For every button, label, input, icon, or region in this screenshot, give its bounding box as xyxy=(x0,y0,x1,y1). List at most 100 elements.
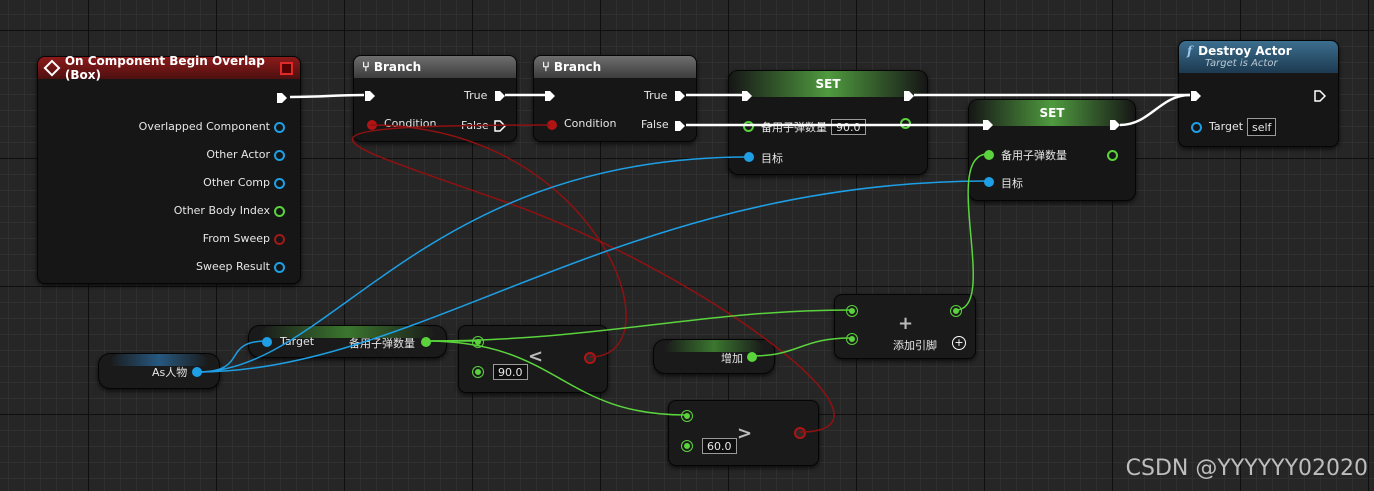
pin-label-sweep-result: Sweep Result xyxy=(196,260,270,273)
less-in-a-pin[interactable] xyxy=(473,337,483,347)
less-in-b-pin[interactable] xyxy=(473,367,483,377)
greater-in-b-pin[interactable] xyxy=(682,441,692,451)
condition-label: Condition xyxy=(564,117,617,130)
target-pin[interactable] xyxy=(1191,122,1202,133)
exec-out-pin[interactable] xyxy=(276,92,288,104)
exec-in-pin[interactable] xyxy=(741,90,753,102)
condition-label: Condition xyxy=(384,117,437,130)
exec-in-pin[interactable] xyxy=(544,90,556,102)
add-in-b-pin[interactable] xyxy=(847,334,857,344)
event-node-header: On Component Begin Overlap (Box) xyxy=(38,54,300,82)
less-than-node[interactable]: 90.0 < xyxy=(458,325,608,393)
greater-than-node[interactable]: 60.0 > xyxy=(668,400,819,466)
less-symbol: < xyxy=(528,346,544,367)
add-pin-plus-icon[interactable]: + xyxy=(952,336,966,350)
add-pin-label[interactable]: 添加引脚 xyxy=(893,337,937,353)
value-in-pin[interactable] xyxy=(984,150,994,160)
cast-variable-node[interactable]: As人物 xyxy=(98,353,220,389)
getter-target-pin[interactable] xyxy=(262,337,272,347)
increase-out-pin[interactable] xyxy=(747,352,757,362)
add-symbol: + xyxy=(898,313,914,334)
target-label: Target xyxy=(1209,120,1244,133)
pin-from-sweep[interactable] xyxy=(274,234,285,245)
pin-other-body-index[interactable] xyxy=(274,206,285,217)
target-pin[interactable] xyxy=(744,152,754,162)
target-label: 目标 xyxy=(1001,177,1023,190)
true-label: True xyxy=(644,89,668,102)
greater-in-a-pin[interactable] xyxy=(682,411,692,421)
exec-false-pin[interactable] xyxy=(494,120,506,132)
branch-node-2[interactable]: ⑂ Branch True Condition False xyxy=(533,55,697,142)
cast-out-pin[interactable] xyxy=(192,367,202,377)
cast-label: As人物 xyxy=(152,366,188,379)
pin-overlapped-component[interactable] xyxy=(274,122,285,133)
destroy-subtitle: Target is Actor xyxy=(1205,58,1278,69)
branch-node-1[interactable]: ⑂ Branch True Condition False xyxy=(353,55,517,142)
var-label: 备用子弹数量 xyxy=(761,121,827,134)
value-input[interactable]: 90.0 xyxy=(831,119,866,135)
value-in-pin[interactable] xyxy=(743,121,754,132)
pin-label-from-sweep: From Sweep xyxy=(202,232,270,245)
pin-other-comp[interactable] xyxy=(274,178,285,189)
getter-var-label: 备用子弹数量 xyxy=(349,337,415,350)
delegate-pin-icon[interactable] xyxy=(280,62,293,75)
function-icon: f xyxy=(1187,44,1193,58)
less-out-pin[interactable] xyxy=(584,352,596,364)
pin-label-other-comp: Other Comp xyxy=(203,176,270,189)
exec-true-pin[interactable] xyxy=(494,90,506,102)
set-node-2[interactable]: SET 备用子弹数量 目标 xyxy=(968,99,1136,201)
greater-out-pin[interactable] xyxy=(794,427,806,439)
event-node-title: On Component Begin Overlap (Box) xyxy=(64,54,265,82)
event-diamond-icon xyxy=(43,59,61,77)
set-node-1[interactable]: SET 备用子弹数量 90.0 目标 xyxy=(728,70,928,175)
exec-out-pin[interactable] xyxy=(1109,119,1121,131)
pin-other-actor[interactable] xyxy=(274,150,285,161)
target-value[interactable]: self xyxy=(1247,118,1277,136)
less-value-input[interactable]: 90.0 xyxy=(493,364,528,380)
add-in-a-pin[interactable] xyxy=(847,306,857,316)
destroy-header: f Destroy Actor Target is Actor xyxy=(1179,41,1338,73)
condition-pin[interactable] xyxy=(547,120,557,130)
ammo-getter-node[interactable]: Target 备用子弹数量 xyxy=(248,325,447,358)
add-out-pin[interactable] xyxy=(951,306,961,316)
true-label: True xyxy=(464,89,488,102)
false-label: False xyxy=(461,119,489,132)
watermark: CSDN @YYYYYY02020 xyxy=(1125,456,1368,481)
value-out-pin[interactable] xyxy=(900,118,911,129)
destroy-title: Destroy Actor xyxy=(1198,44,1292,58)
branch-header: ⑂ Branch xyxy=(354,56,516,78)
set-title: SET xyxy=(815,77,841,91)
exec-out-pin[interactable] xyxy=(903,90,915,102)
add-node[interactable]: + 添加引脚 + xyxy=(834,294,976,359)
getter-out-pin[interactable] xyxy=(421,337,431,347)
getter-target-label: Target xyxy=(280,335,315,348)
exec-in-pin[interactable] xyxy=(1190,90,1202,102)
greater-symbol: > xyxy=(737,423,753,444)
condition-pin[interactable] xyxy=(367,120,377,130)
exec-true-pin[interactable] xyxy=(674,90,686,102)
greater-value-input[interactable]: 60.0 xyxy=(702,438,737,454)
pin-sweep-result[interactable] xyxy=(274,262,285,273)
exec-out-pin[interactable] xyxy=(1314,90,1326,102)
pin-label-overlapped-component: Overlapped Component xyxy=(138,120,270,133)
exec-in-pin[interactable] xyxy=(364,90,376,102)
set-title: SET xyxy=(1039,106,1065,120)
value-out-pin[interactable] xyxy=(1107,150,1118,161)
increase-variable-node[interactable]: 增加 xyxy=(653,339,775,374)
var-label: 备用子弹数量 xyxy=(1001,149,1067,162)
event-node-begin-overlap[interactable]: On Component Begin Overlap (Box) Overlap… xyxy=(37,54,301,284)
exec-in-pin[interactable] xyxy=(982,119,994,131)
false-label: False xyxy=(641,118,669,131)
branch-title: Branch xyxy=(553,60,602,74)
branch-icon: ⑂ xyxy=(362,59,370,75)
branch-title: Branch xyxy=(373,60,422,74)
set-header: SET xyxy=(729,71,927,97)
branch-icon: ⑂ xyxy=(542,59,550,75)
increase-label: 增加 xyxy=(721,352,743,365)
exec-false-pin[interactable] xyxy=(674,120,686,132)
target-pin[interactable] xyxy=(984,177,994,187)
target-label: 目标 xyxy=(761,152,783,165)
destroy-actor-node[interactable]: f Destroy Actor Target is Actor Target s… xyxy=(1178,40,1339,147)
pin-label-other-body-index: Other Body Index xyxy=(173,204,270,217)
branch-header: ⑂ Branch xyxy=(534,56,696,78)
